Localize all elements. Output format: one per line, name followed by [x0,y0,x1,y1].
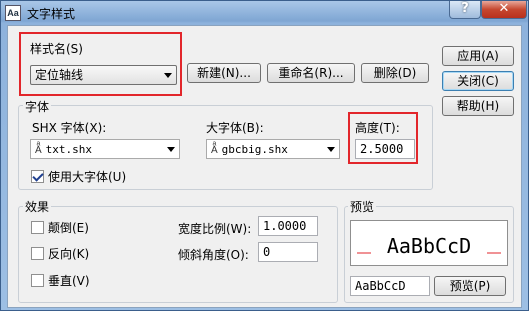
shx-font-value: txt.shx [45,143,93,156]
chevron-down-icon [167,147,175,152]
preview-sample-text: AaBbCcD [387,234,471,258]
preview-pane: AaBbCcD [350,220,508,266]
preview-group-label: 预览 [348,198,377,215]
font-group-label: 字体 [23,98,52,115]
use-bigfont-label: 使用大字体(U) [48,170,127,184]
window-title: 文字样式 [27,7,76,21]
question-icon: ? [461,1,469,16]
vertical-checkbox[interactable] [31,274,44,287]
help-button[interactable]: 帮助(H) [442,96,514,116]
shx-font-label: SHX 字体(X): [32,121,107,135]
font-icon: Aͣ [211,145,218,156]
vertical-label: 垂直(V) [48,274,90,288]
title-bar[interactable]: Aa 文字样式 ? ✕ [1,1,528,25]
dialog-body: 样式名(S) 定位轴线 新建(N)... 重命名(R)... 删除(D) 应用(… [7,25,522,308]
text-style-dialog: Aa 文字样式 ? ✕ 样式名(S) 定位轴线 新建(N)... 重命名(R).… [0,0,529,311]
style-name-highlight [19,32,182,96]
upside-down-label: 颠倒(E) [48,221,89,235]
oblique-angle-label: 倾斜角度(O): [178,248,249,262]
new-button[interactable]: 新建(N)... [187,63,261,83]
delete-button[interactable]: 删除(D) [361,63,429,83]
app-icon: Aa [5,5,21,21]
preview-text-input[interactable]: AaBbCcD [350,276,430,296]
width-factor-input[interactable]: 1.0000 [258,216,318,236]
chevron-down-icon [327,147,335,152]
rename-button[interactable]: 重命名(R)... [267,63,355,83]
bigfont-select[interactable]: Aͣ gbcbig.shx [206,139,340,159]
font-icon: Aͣ [35,145,42,156]
preview-button[interactable]: 预览(P) [434,276,506,296]
bigfont-label: 大字体(B): [206,121,264,135]
help-title-button[interactable]: ? [449,1,481,19]
apply-button[interactable]: 应用(A) [442,46,514,66]
shx-font-select[interactable]: Aͣ txt.shx [30,139,180,159]
height-highlight [348,112,418,164]
upside-down-checkbox[interactable] [31,221,44,234]
close-button[interactable]: 关闭(C) [442,71,514,91]
use-bigfont-checkbox[interactable] [31,170,44,183]
close-title-button[interactable]: ✕ [481,1,527,19]
preview-canvas: AaBbCcD [357,234,501,258]
close-icon: ✕ [498,1,510,16]
bigfont-value: gbcbig.shx [221,143,288,156]
backwards-label: 反向(K) [48,247,90,261]
backwards-checkbox[interactable] [31,247,44,260]
width-factor-label: 宽度比例(W): [178,222,252,236]
effects-group-label: 效果 [23,198,52,215]
oblique-angle-input[interactable]: 0 [258,242,318,262]
